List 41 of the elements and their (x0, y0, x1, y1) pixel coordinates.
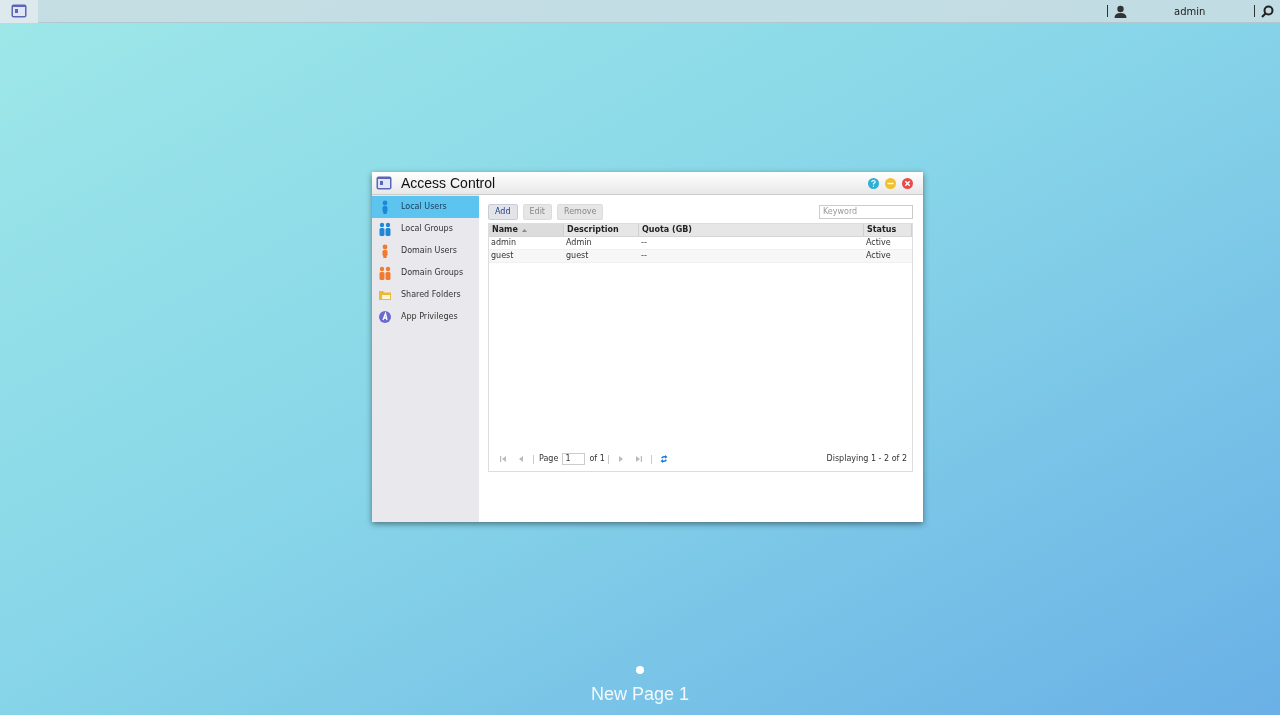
user-icon[interactable] (1114, 4, 1127, 18)
search-icon[interactable] (1261, 4, 1274, 18)
first-page-icon[interactable] (499, 455, 507, 463)
app-launcher-button[interactable] (0, 0, 38, 23)
minimize-icon[interactable] (885, 177, 896, 189)
sort-ascending-icon (521, 228, 527, 232)
table-cell-text: Active (865, 250, 892, 262)
last-page-icon[interactable] (634, 455, 643, 463)
table-cell-text: guest (565, 250, 590, 262)
page-number-field[interactable]: 1 (562, 453, 586, 465)
column-header[interactable]: Status (864, 224, 912, 236)
help-icon[interactable] (868, 177, 879, 189)
table-cell-text: guest (490, 250, 515, 262)
sidebar-item[interactable]: Shared Folders (372, 284, 479, 306)
column-header[interactable]: Name (489, 224, 564, 236)
table-cell-text: Admin (565, 237, 593, 249)
window-title: Access Control (401, 173, 496, 193)
refresh-icon[interactable] (659, 455, 668, 463)
next-page-icon[interactable] (616, 455, 625, 463)
sidebar-item[interactable]: Local Users (372, 196, 479, 218)
close-icon[interactable] (902, 177, 913, 189)
sidebar-item[interactable]: Local Groups (372, 218, 479, 240)
page-label: Page (539, 453, 559, 465)
displaying-count-label: Displaying 1 - 2 of 2 (826, 453, 907, 465)
column-header[interactable]: Quota (GB) (639, 224, 864, 236)
table-cell-text: admin (490, 237, 518, 249)
sidebar-item[interactable]: App Privileges (372, 306, 479, 328)
keyword-search-field[interactable]: Keyword (819, 204, 913, 219)
table-cell-text: Active (865, 237, 892, 249)
toolbar-button[interactable]: Add (488, 203, 518, 220)
previous-page-icon[interactable] (517, 455, 525, 463)
sidebar-item[interactable]: Domain Users (372, 240, 479, 262)
table-cell-text: -- (640, 237, 648, 249)
app-window-icon (376, 176, 392, 190)
page-count-label: of 1 (589, 453, 605, 465)
sidebar-item[interactable]: Domain Groups (372, 262, 479, 284)
app-window-icon (11, 4, 27, 18)
username-label: admin (1174, 4, 1207, 19)
table-cell-text: -- (640, 250, 648, 262)
column-header[interactable]: Description (564, 224, 639, 236)
desktop-page-label: New Page 1 (590, 683, 690, 706)
